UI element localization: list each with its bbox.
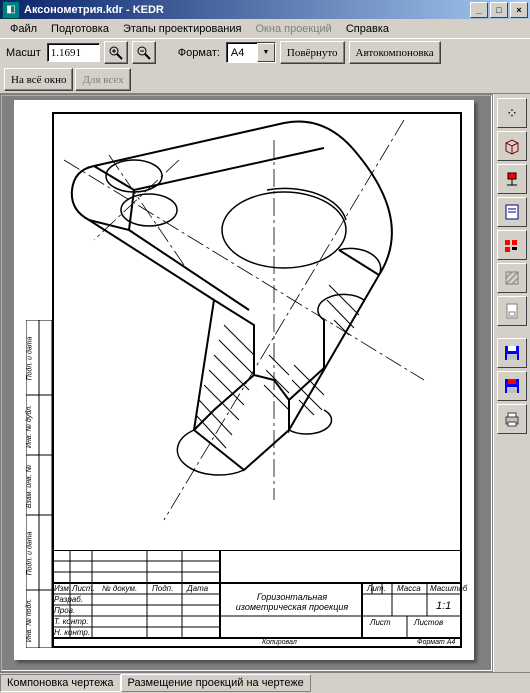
tb-h-ndok: № докум. <box>102 584 137 593</box>
side-label-3: Подп. и дата <box>26 532 33 576</box>
menu-prepare[interactable]: Подготовка <box>45 21 115 37</box>
minimize-button[interactable]: _ <box>470 2 488 18</box>
tb-h-masht: Масштаб <box>430 584 467 593</box>
side-stamp: Подп. и дата Инв. № дубл. Взам. инв. № П… <box>26 320 52 648</box>
tool-print[interactable] <box>497 404 527 434</box>
side-label-2: Взам. инв. № <box>26 465 33 508</box>
toolbar-main: Масшт Формат: А4 ▼ Повёрнуто Автокомпоно… <box>0 38 530 66</box>
side-toolbar: ⁘ <box>493 94 530 672</box>
workspace: Подп. и дата Инв. № дубл. Взам. инв. № П… <box>0 93 530 672</box>
tool-box[interactable] <box>497 131 527 161</box>
points-icon: ⁘ <box>506 105 518 122</box>
tb-h-list: Лист. <box>72 584 95 593</box>
close-button[interactable]: × <box>510 2 528 18</box>
title-block: Изм. Лист. № докум. Подп. Дата Разраб. П… <box>52 550 462 648</box>
tb-row-0: Разраб. <box>54 595 83 604</box>
scale-input[interactable] <box>47 43 100 62</box>
tool-save-blue[interactable] <box>497 338 527 368</box>
side-label-1: Инв. № дубл. <box>26 405 33 448</box>
zoom-out-button[interactable] <box>132 41 156 64</box>
window-title: Аксонометрия.kdr - KEDR <box>24 4 470 16</box>
box-icon <box>503 137 521 155</box>
status-tab-layout[interactable]: Компоновка чертежа <box>0 674 121 692</box>
tb-h-massa: Масса <box>397 584 421 593</box>
format-value: А4 <box>227 47 257 59</box>
scale-label: Масшт <box>4 47 43 59</box>
menubar: Файл Подготовка Этапы проектирования Окн… <box>0 19 530 38</box>
tool-grid[interactable] <box>497 230 527 260</box>
tb-caption: Горизонтальная изометрическая проекция <box>227 592 357 612</box>
format-select[interactable]: А4 ▼ <box>226 42 276 63</box>
tool-hatch[interactable] <box>497 263 527 293</box>
menu-stages[interactable]: Этапы проектирования <box>117 21 248 37</box>
hatch-icon <box>503 269 521 287</box>
drawing-page: Подп. и дата Инв. № дубл. Взам. инв. № П… <box>14 100 474 660</box>
rotate-button[interactable]: Повёрнуто <box>280 41 345 64</box>
tb-scale: 1:1 <box>436 600 451 612</box>
tb-h-izm: Изм. <box>54 584 71 593</box>
fit-window-button[interactable]: На всё окно <box>4 68 73 91</box>
zoom-in-icon <box>109 46 123 60</box>
stand-icon <box>503 170 521 188</box>
tool-points[interactable]: ⁘ <box>497 98 527 128</box>
for-all-button: Для всех <box>75 68 130 91</box>
tb-h-lit: Лит. <box>367 584 386 593</box>
tb-h-listov: Листов <box>414 618 443 627</box>
canvas[interactable]: Подп. и дата Инв. № дубл. Взам. инв. № П… <box>1 95 492 671</box>
side-label-0: Подп. и дата <box>26 337 33 381</box>
tool-sheet[interactable] <box>497 197 527 227</box>
toolbar-secondary: На всё окно Для всех <box>0 66 530 93</box>
titlebar: ◧ Аксонометрия.kdr - KEDR _ □ × <box>0 0 530 19</box>
tb-h-data: Дата <box>187 584 208 593</box>
app-icon: ◧ <box>2 1 20 19</box>
menu-windows: Окна проекций <box>250 21 338 37</box>
tb-h-list2: Лист <box>370 618 391 627</box>
tb-h-podp: Подп. <box>152 584 173 593</box>
statusbar: Компоновка чертежа Размещение проекций н… <box>0 672 530 693</box>
doc-icon <box>503 302 521 320</box>
tb-row-1: Пров. <box>54 606 75 615</box>
tb-footer-l: Копировал <box>262 639 297 646</box>
zoom-in-button[interactable] <box>104 41 128 64</box>
tool-stand[interactable] <box>497 164 527 194</box>
tool-doc[interactable] <box>497 296 527 326</box>
grid-icon <box>503 236 521 254</box>
tb-footer-r: Формат А4 <box>417 639 455 646</box>
zoom-out-icon <box>137 46 151 60</box>
side-label-4: Инв. № подл. <box>26 599 33 642</box>
diskette-red-icon <box>503 377 521 395</box>
printer-icon <box>503 410 521 428</box>
maximize-button[interactable]: □ <box>490 2 508 18</box>
chevron-down-icon: ▼ <box>257 43 275 62</box>
format-label: Формат: <box>176 47 222 59</box>
tb-row-3: Н. контр. <box>54 628 90 637</box>
sheet-icon <box>503 203 521 221</box>
status-tab-placement[interactable]: Размещение проекций на чертеже <box>121 674 311 692</box>
tool-save-red[interactable] <box>497 371 527 401</box>
menu-file[interactable]: Файл <box>4 21 43 37</box>
tb-row-2: Т. контр. <box>54 617 89 626</box>
menu-help[interactable]: Справка <box>340 21 395 37</box>
autolayout-button[interactable]: Автокомпоновка <box>349 41 441 64</box>
diskette-blue-icon <box>503 344 521 362</box>
